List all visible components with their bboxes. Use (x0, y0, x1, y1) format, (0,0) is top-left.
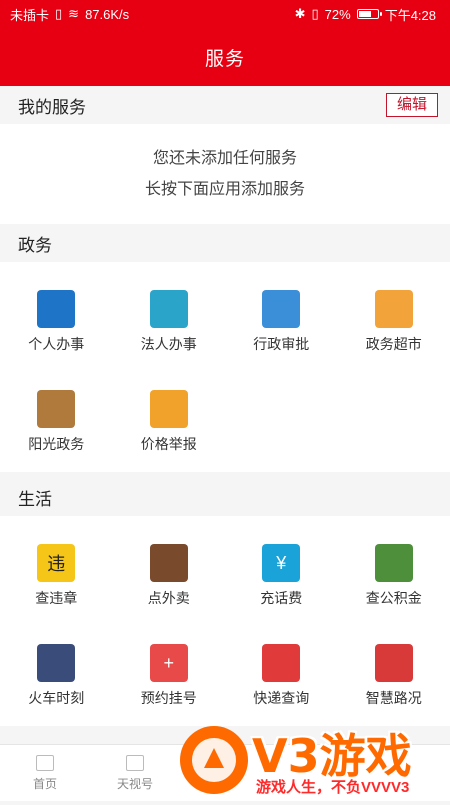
carrier-label: 未插卡 (10, 5, 49, 24)
person-card-icon (37, 290, 75, 328)
empty-hint-line2: 长按下面应用添加服务 (145, 174, 305, 205)
sim-icon: ▯ (55, 6, 62, 22)
government-item-label: 价格举报 (141, 434, 197, 454)
government-item[interactable]: 价格举报 (113, 372, 226, 472)
home-icon (36, 755, 54, 771)
life-item[interactable]: 智慧路况 (338, 626, 450, 726)
edit-button[interactable]: 编辑 (386, 93, 438, 117)
medical-kit-glyph: + (163, 653, 174, 674)
battery-icon (357, 9, 379, 19)
page-header: 服务 (0, 28, 450, 86)
government-item[interactable]: 法人办事 (113, 272, 226, 372)
nav-item[interactable]: 天视号 (90, 745, 180, 801)
network-speed: 87.6K/s (85, 7, 129, 22)
life-item-label: 预约挂号 (141, 688, 197, 708)
life-item[interactable]: + 预约挂号 (113, 626, 226, 726)
government-title: 政务 (18, 231, 52, 256)
train-schedule-icon (37, 644, 75, 682)
nav-item[interactable]: 首页 (0, 745, 90, 801)
wifi-icon: ≋ (68, 6, 79, 22)
price-phone-icon (150, 390, 188, 428)
status-bar: 未插卡 ▯ ≋ 87.6K/s ✱ ▯ 72% 下午4:28 (0, 0, 450, 28)
government-item[interactable]: 阳光政务 (0, 372, 113, 472)
nav-item-label: 天视号 (117, 775, 153, 792)
life-item[interactable]: 火车时刻 (0, 626, 113, 726)
calendar-check-icon (262, 290, 300, 328)
life-item[interactable]: ¥ 充话费 (225, 526, 338, 626)
corporate-person-icon (150, 290, 188, 328)
page-title: 服务 (205, 44, 245, 71)
empty-hint-line1: 您还未添加任何服务 (153, 143, 297, 174)
my-services-title: 我的服务 (18, 93, 86, 118)
main-content: 我的服务 编辑 您还未添加任何服务 长按下面应用添加服务 政务 个人办事 法人办事… (0, 86, 450, 726)
location-pin-icon (375, 644, 413, 682)
government-item-label: 政务超市 (366, 334, 422, 354)
food-delivery-icon (150, 544, 188, 582)
life-header: 生活 (0, 478, 450, 516)
government-header: 政务 (0, 224, 450, 262)
battery-fill (359, 11, 371, 17)
battery-percent: 72% (325, 7, 351, 22)
government-item[interactable]: 政务超市 (338, 272, 450, 372)
document-stack-icon (375, 290, 413, 328)
nav-item-label: 首页 (33, 775, 57, 792)
life-item-label: 查违章 (35, 588, 77, 608)
bottom-nav: 首页 天视号 (0, 744, 450, 801)
gavel-icon (37, 390, 75, 428)
life-item-label: 充话费 (260, 588, 302, 608)
life-item-label: 点外卖 (148, 588, 190, 608)
bluetooth-icon: ✱ (295, 6, 306, 22)
government-item-label: 阳光政务 (28, 434, 84, 454)
phone-recharge-glyph: ¥ (276, 553, 286, 574)
violation-glyph: 违 (47, 550, 65, 576)
status-right: ✱ ▯ 72% 下午4:28 (295, 5, 436, 24)
life-item-label: 火车时刻 (28, 688, 84, 708)
government-item-label: 法人办事 (141, 334, 197, 354)
life-item-label: 智慧路况 (366, 688, 422, 708)
government-item[interactable]: 行政审批 (225, 272, 338, 372)
clock: 下午4:28 (385, 5, 436, 24)
top-bar: 未插卡 ▯ ≋ 87.6K/s ✱ ▯ 72% 下午4:28 服务 (0, 0, 450, 86)
life-title: 生活 (18, 485, 52, 510)
medical-kit-icon: + (150, 644, 188, 682)
government-grid: 个人办事 法人办事 行政审批 政务超市阳光政务 价格举报 (0, 262, 450, 472)
life-item[interactable]: 违查违章 (0, 526, 113, 626)
government-item-label: 行政审批 (253, 334, 309, 354)
tianshi-icon (126, 755, 144, 771)
my-services-header: 我的服务 编辑 (0, 86, 450, 124)
government-item-label: 个人办事 (28, 334, 84, 354)
violation-icon: 违 (37, 544, 75, 582)
delivery-truck-icon (262, 644, 300, 682)
my-services-empty: 您还未添加任何服务 长按下面应用添加服务 (0, 124, 450, 224)
life-item-label: 查公积金 (366, 588, 422, 608)
life-item[interactable]: 快递查询 (225, 626, 338, 726)
life-item-label: 快递查询 (253, 688, 309, 708)
status-left: 未插卡 ▯ ≋ 87.6K/s (10, 5, 129, 24)
life-grid: 违查违章点外卖¥充话费查公积金火车时刻+预约挂号快递查询智慧路况 (0, 516, 450, 726)
life-item[interactable]: 点外卖 (113, 526, 226, 626)
government-item[interactable]: 个人办事 (0, 272, 113, 372)
life-item[interactable]: 查公积金 (338, 526, 450, 626)
vibrate-icon: ▯ (312, 6, 319, 22)
housing-fund-icon (375, 544, 413, 582)
phone-recharge-icon: ¥ (262, 544, 300, 582)
